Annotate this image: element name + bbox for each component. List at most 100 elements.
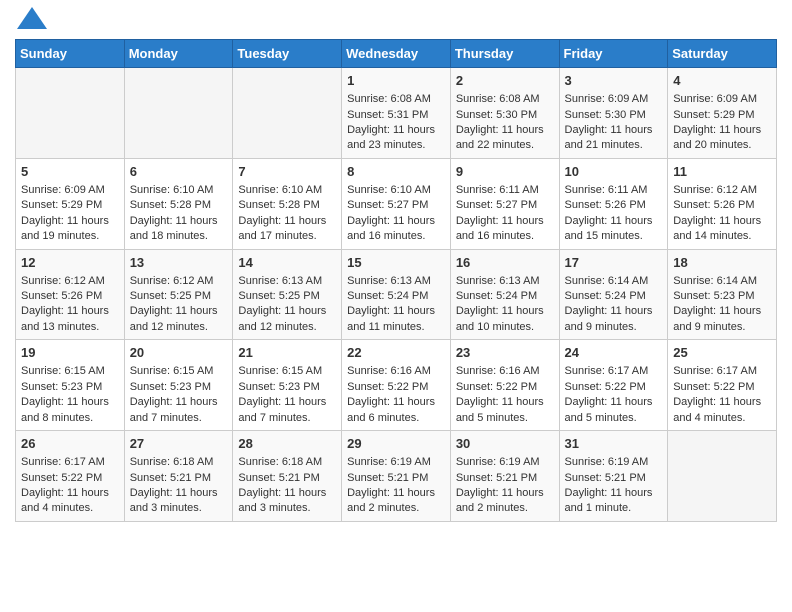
day-info-line: Daylight: 11 hours and 6 minutes. (347, 395, 445, 426)
day-info-line: Sunset: 5:28 PM (238, 198, 336, 213)
day-info-line: Daylight: 11 hours and 12 minutes. (238, 304, 336, 335)
day-info-line: Daylight: 11 hours and 22 minutes. (456, 123, 554, 154)
calendar-cell: 28 Sunrise: 6:18 AMSunset: 5:21 PMDayligh… (233, 431, 342, 522)
calendar-cell (233, 68, 342, 159)
day-number: 18 (673, 254, 771, 272)
calendar-cell: 8Sunrise: 6:10 AMSunset: 5:27 PMDaylight… (342, 158, 451, 249)
day-info-line: Sunrise: 6:08 AM (456, 92, 554, 107)
calendar-cell: 26Sunrise: 6:17 AMSunset: 5:22 PMDayligh… (16, 431, 125, 522)
day-info-line: Daylight: 11 hours and 19 minutes. (21, 214, 119, 245)
calendar-cell: 31 Sunrise: 6:19 AMSunset: 5:21 PMDayligh… (559, 431, 668, 522)
day-info-line: Sunrise: 6:08 AM (347, 92, 445, 107)
day-info-line: Daylight: 11 hours and 9 minutes. (565, 304, 663, 335)
calendar-cell: 14Sunrise: 6:13 AMSunset: 5:25 PMDayligh… (233, 249, 342, 340)
day-number: 9 (456, 163, 554, 181)
day-header-saturday: Saturday (668, 40, 777, 68)
day-number: 1 (347, 72, 445, 90)
day-number: 10 (565, 163, 663, 181)
day-info-line: Sunset: 5:25 PM (238, 289, 336, 304)
day-info-line: Daylight: 11 hours and 8 minutes. (21, 395, 119, 426)
day-info-line: Sunrise: 6:19 AM (347, 455, 445, 470)
day-info-line: Sunrise: 6:12 AM (21, 274, 119, 289)
day-info-line: Daylight: 11 hours and 3 minutes. (130, 486, 228, 517)
day-info-line: Daylight: 11 hours and 3 minutes. (238, 486, 336, 517)
day-info-line: Sunset: 5:27 PM (456, 198, 554, 213)
day-info-line: Sunrise: 6:11 AM (456, 183, 554, 198)
calendar-cell: 30Sunrise: 6:19 AMSunset: 5:21 PMDayligh… (450, 431, 559, 522)
calendar-week-row: 5Sunrise: 6:09 AMSunset: 5:29 PMDaylight… (16, 158, 777, 249)
day-number: 20 (130, 344, 228, 362)
day-info-line: Sunrise: 6:19 AM (565, 455, 663, 470)
calendar-cell (668, 431, 777, 522)
day-info-line: Sunset: 5:22 PM (21, 471, 119, 486)
day-info-line: Sunset: 5:21 PM (130, 471, 228, 486)
day-info-line: Sunset: 5:26 PM (565, 198, 663, 213)
day-number: 11 (673, 163, 771, 181)
day-number: 25 (673, 344, 771, 362)
day-number: 29 (347, 435, 445, 453)
day-info-line: Sunset: 5:30 PM (565, 108, 663, 123)
day-header-friday: Friday (559, 40, 668, 68)
calendar-week-row: 1Sunrise: 6:08 AMSunset: 5:31 PMDaylight… (16, 68, 777, 159)
calendar-cell: 20Sunrise: 6:15 AMSunset: 5:23 PMDayligh… (124, 340, 233, 431)
day-info-line: Sunset: 5:29 PM (21, 198, 119, 213)
day-number: 24 (565, 344, 663, 362)
calendar-table: SundayMondayTuesdayWednesdayThursdayFrid… (15, 39, 777, 522)
calendar-cell (16, 68, 125, 159)
day-info-line: Sunset: 5:28 PM (130, 198, 228, 213)
day-info-line: Sunrise: 6:17 AM (21, 455, 119, 470)
day-info-line: Sunset: 5:21 PM (347, 471, 445, 486)
day-info-line: Daylight: 11 hours and 12 minutes. (130, 304, 228, 335)
day-number: 16 (456, 254, 554, 272)
day-info-line: Daylight: 11 hours and 2 minutes. (456, 486, 554, 517)
day-number: 4 (673, 72, 771, 90)
day-header-sunday: Sunday (16, 40, 125, 68)
day-info-line: Daylight: 11 hours and 10 minutes. (456, 304, 554, 335)
day-info-line: Daylight: 11 hours and 13 minutes. (21, 304, 119, 335)
calendar-cell: 16Sunrise: 6:13 AMSunset: 5:24 PMDayligh… (450, 249, 559, 340)
day-header-monday: Monday (124, 40, 233, 68)
day-info-line: Sunrise: 6:15 AM (238, 364, 336, 379)
day-info-line: Sunset: 5:21 PM (565, 471, 663, 486)
calendar-cell: 1Sunrise: 6:08 AMSunset: 5:31 PMDaylight… (342, 68, 451, 159)
day-info-line: Sunrise: 6:18 AM (238, 455, 336, 470)
day-info-line: Sunrise: 6:17 AM (565, 364, 663, 379)
calendar-cell: 5Sunrise: 6:09 AMSunset: 5:29 PMDaylight… (16, 158, 125, 249)
day-info-line: Sunset: 5:23 PM (130, 380, 228, 395)
day-number: 26 (21, 435, 119, 453)
day-number: 15 (347, 254, 445, 272)
calendar-cell: 3Sunrise: 6:09 AMSunset: 5:30 PMDaylight… (559, 68, 668, 159)
day-info-line: Sunset: 5:23 PM (21, 380, 119, 395)
calendar-cell: 21Sunrise: 6:15 AMSunset: 5:23 PMDayligh… (233, 340, 342, 431)
day-info-line: Sunrise: 6:09 AM (565, 92, 663, 107)
day-info-line: Daylight: 11 hours and 1 minute. (565, 486, 663, 517)
logo-icon (17, 7, 47, 29)
calendar-cell: 24 Sunrise: 6:17 AMSunset: 5:22 PMDayligh… (559, 340, 668, 431)
day-number: 27 (130, 435, 228, 453)
day-number: 28 (238, 435, 336, 453)
day-info-line: Daylight: 11 hours and 2 minutes. (347, 486, 445, 517)
day-info-line: Daylight: 11 hours and 5 minutes. (565, 395, 663, 426)
logo (15, 15, 47, 29)
day-info-line: Sunset: 5:22 PM (347, 380, 445, 395)
calendar-cell: 10Sunrise: 6:11 AMSunset: 5:26 PMDayligh… (559, 158, 668, 249)
day-info-line: Daylight: 11 hours and 23 minutes. (347, 123, 445, 154)
day-info-line: Daylight: 11 hours and 7 minutes. (238, 395, 336, 426)
day-number: 19 (21, 344, 119, 362)
day-info-line: Daylight: 11 hours and 11 minutes. (347, 304, 445, 335)
day-info-line: Sunrise: 6:12 AM (130, 274, 228, 289)
day-info-line: Sunset: 5:25 PM (130, 289, 228, 304)
day-info-line: Daylight: 11 hours and 7 minutes. (130, 395, 228, 426)
day-info-line: Sunset: 5:21 PM (238, 471, 336, 486)
day-info-line: Sunrise: 6:19 AM (456, 455, 554, 470)
calendar-cell: 25Sunrise: 6:17 AMSunset: 5:22 PMDayligh… (668, 340, 777, 431)
day-number: 22 (347, 344, 445, 362)
day-info-line: Sunset: 5:22 PM (456, 380, 554, 395)
day-info-line: Sunset: 5:26 PM (673, 198, 771, 213)
calendar-cell: 29 Sunrise: 6:19 AMSunset: 5:21 PMDayligh… (342, 431, 451, 522)
day-info-line: Daylight: 11 hours and 5 minutes. (456, 395, 554, 426)
day-info-line: Sunset: 5:22 PM (565, 380, 663, 395)
day-info-line: Sunset: 5:26 PM (21, 289, 119, 304)
day-info-line: Sunrise: 6:12 AM (673, 183, 771, 198)
day-number: 31 (565, 435, 663, 453)
